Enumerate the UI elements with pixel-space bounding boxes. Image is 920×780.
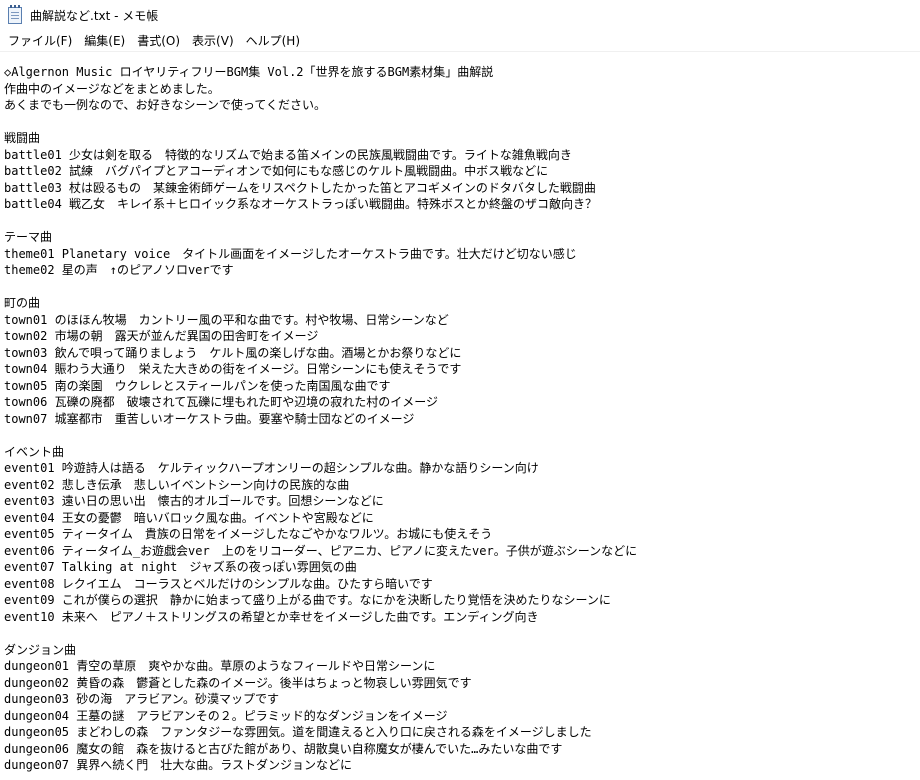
menu-file[interactable]: ファイル(F) — [2, 31, 78, 51]
menu-view[interactable]: 表示(V) — [186, 31, 240, 51]
notepad-icon — [8, 4, 22, 24]
menu-help[interactable]: ヘルプ(H) — [240, 31, 306, 51]
menu-bar: ファイル(F) 編集(E) 書式(O) 表示(V) ヘルプ(H) — [0, 30, 920, 52]
text-editor-area[interactable]: ◇Algernon Music ロイヤリティフリーBGM集 Vol.2「世界を旅… — [0, 52, 920, 780]
menu-format[interactable]: 書式(O) — [131, 31, 186, 51]
title-bar[interactable]: 曲解説など.txt - メモ帳 — [0, 0, 920, 30]
menu-edit[interactable]: 編集(E) — [78, 31, 131, 51]
document-text[interactable]: ◇Algernon Music ロイヤリティフリーBGM集 Vol.2「世界を旅… — [0, 52, 920, 774]
window-title: 曲解説など.txt - メモ帳 — [30, 8, 159, 23]
